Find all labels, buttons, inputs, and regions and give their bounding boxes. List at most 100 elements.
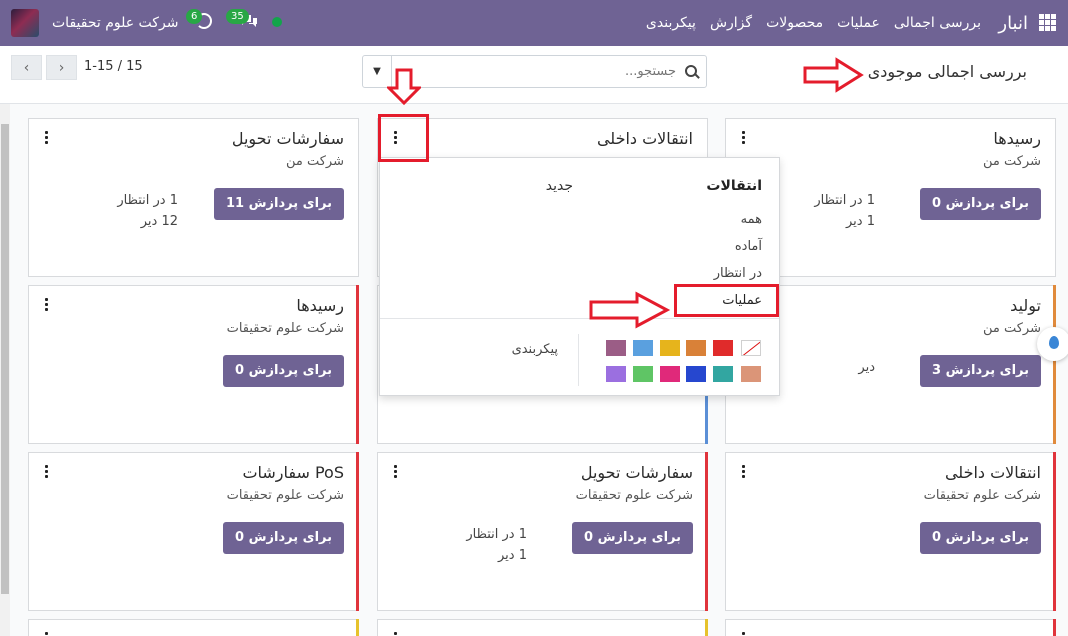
page-title: بررسی اجمالی موجودی <box>867 62 1027 81</box>
pager-value[interactable]: 1-15 / 15 <box>84 59 143 74</box>
card-title[interactable]: رسیدها <box>296 296 344 315</box>
annotation-arrow-right-title <box>803 57 864 93</box>
late-link[interactable]: 1 دیر <box>846 214 875 229</box>
card-receipts-research-company: رسیدها شرکت علوم تحقیقات 0 برای پردازش <box>28 285 359 444</box>
search-icon <box>685 65 697 77</box>
dropdown-item-all[interactable]: همه <box>741 212 762 227</box>
card-color-edge <box>356 452 359 611</box>
control-panel: بررسی اجمالی موجودی ▼ ‹ › 1-15 / 15 <box>0 46 1068 104</box>
late-link[interactable]: 1 دیر <box>498 548 527 563</box>
menu-item-overview[interactable]: بررسی اجمالی <box>887 15 988 31</box>
waiting-link[interactable]: 1 در انتظار <box>466 527 527 542</box>
to-process-button[interactable]: 0 برای پردازش <box>920 188 1041 220</box>
pager-previous-button[interactable]: ‹ <box>11 55 42 80</box>
messages-badge: 35 <box>226 9 249 24</box>
card-color-edge <box>705 452 708 611</box>
color-swatch-teal[interactable] <box>713 366 733 382</box>
dropdown-divider <box>380 318 779 319</box>
menu-item-operations[interactable]: عملیات <box>830 15 887 31</box>
company-switcher[interactable]: شرکت علوم تحقیقات <box>52 0 178 46</box>
late-link[interactable]: 12 دیر <box>141 214 178 229</box>
to-process-button[interactable]: 3 برای پردازش <box>920 355 1041 387</box>
dropdown-section-title: انتقالات <box>706 178 762 194</box>
card-menu-icon[interactable] <box>45 465 49 479</box>
color-swatch-none[interactable] <box>741 340 761 356</box>
card-internal-transfers-research-company: انتقالات داخلی شرکت علوم تحقیقات 0 برای … <box>725 452 1056 611</box>
card-color-edge <box>1053 285 1056 444</box>
color-swatch-violet[interactable] <box>606 366 626 382</box>
card-company: شرکت من <box>982 321 1041 336</box>
apps-menu-icon[interactable] <box>1039 14 1056 31</box>
color-swatch-green[interactable] <box>633 366 653 382</box>
card-company: شرکت من <box>982 154 1041 169</box>
card-menu-icon[interactable] <box>394 465 398 479</box>
card-delivery-orders-research-company: سفارشات تحویل شرکت علوم تحقیقات 0 برای پ… <box>377 452 708 611</box>
card-menu-icon[interactable] <box>45 632 49 636</box>
menu-item-reporting[interactable]: گزارش <box>703 15 759 31</box>
user-avatar[interactable] <box>11 9 39 37</box>
color-swatch-salmon[interactable] <box>741 366 761 382</box>
color-swatch-purple[interactable] <box>606 340 626 356</box>
card-delivery-orders-my-company: سفارشات تحویل شرکت من 11 برای پردازش 1 د… <box>28 118 359 277</box>
card-menu-icon[interactable] <box>394 632 398 636</box>
card-menu-icon[interactable] <box>742 131 746 145</box>
card-company: شرکت علوم تحقیقات <box>226 321 344 336</box>
card-title[interactable]: انتقالات داخلی <box>597 129 693 148</box>
annotation-arrow-down <box>387 68 421 106</box>
to-process-button[interactable]: 11 برای پردازش <box>213 188 344 220</box>
card-partial <box>377 619 708 636</box>
scrollbar-thumb[interactable] <box>1 124 9 594</box>
main-menu: بررسی اجمالی عملیات محصولات گزارش پیکربن… <box>639 0 988 46</box>
card-title[interactable]: سفارشات PoS <box>242 463 344 482</box>
top-navbar: انبار بررسی اجمالی عملیات محصولات گزارش … <box>0 0 1068 46</box>
card-color-edge <box>1053 619 1056 636</box>
card-menu-icon[interactable] <box>45 298 49 312</box>
color-swatch-yellow[interactable] <box>660 340 680 356</box>
dropdown-config-link[interactable]: پیکربندی <box>512 342 558 357</box>
color-swatch-light-blue[interactable] <box>633 340 653 356</box>
to-process-button[interactable]: 0 برای پردازش <box>223 522 344 554</box>
card-title[interactable]: تولید <box>1010 296 1041 315</box>
to-process-button[interactable]: 0 برای پردازش <box>572 522 693 554</box>
card-title[interactable]: انتقالات داخلی <box>945 463 1041 482</box>
dropdown-item-ready[interactable]: آماده <box>735 239 762 254</box>
card-dropdown-menu: انتقالات جدید همه آماده در انتظار عملیات… <box>379 157 780 396</box>
card-partial <box>725 619 1056 636</box>
card-partial <box>28 619 359 636</box>
card-menu-icon[interactable] <box>742 465 746 479</box>
color-swatch-orange[interactable] <box>686 340 706 356</box>
card-color-edge <box>1053 452 1056 611</box>
annotation-arrow-right-operations <box>589 291 671 329</box>
online-status-indicator <box>272 17 282 27</box>
color-swatch-pink[interactable] <box>660 366 680 382</box>
card-company: شرکت علوم تحقیقات <box>923 488 1041 503</box>
card-color-edge <box>705 619 708 636</box>
menu-item-configuration[interactable]: پیکربندی <box>639 15 703 31</box>
card-title[interactable]: رسیدها <box>993 129 1041 148</box>
to-process-button[interactable]: 0 برای پردازش <box>920 522 1041 554</box>
waiting-link[interactable]: 1 در انتظار <box>814 193 875 208</box>
card-title[interactable]: سفارشات تحویل <box>232 129 344 148</box>
card-menu-icon[interactable] <box>742 632 746 636</box>
card-company: شرکت من <box>285 154 344 169</box>
card-title[interactable]: سفارشات تحویل <box>581 463 693 482</box>
search-input[interactable] <box>395 56 676 87</box>
to-process-button[interactable]: 0 برای پردازش <box>223 355 344 387</box>
late-link[interactable]: دیر <box>858 360 875 375</box>
color-swatch-red[interactable] <box>713 340 733 356</box>
card-color-edge <box>356 285 359 444</box>
annotation-highlight-kebab <box>378 114 429 162</box>
dropdown-vertical-divider <box>578 334 579 386</box>
color-swatch-blue[interactable] <box>686 366 706 382</box>
pager-next-button[interactable]: › <box>46 55 77 80</box>
app-brand[interactable]: انبار <box>998 0 1028 46</box>
card-color-edge <box>356 619 359 636</box>
dropdown-item-waiting[interactable]: در انتظار <box>714 266 762 281</box>
card-pos-orders-research-company: سفارشات PoS شرکت علوم تحقیقات 0 برای پرد… <box>28 452 359 611</box>
vertical-scrollbar[interactable] <box>0 104 10 636</box>
assistant-chip-icon[interactable] <box>1037 327 1068 361</box>
waiting-link[interactable]: 1 در انتظار <box>117 193 178 208</box>
card-menu-icon[interactable] <box>45 131 49 145</box>
card-company: شرکت علوم تحقیقات <box>226 488 344 503</box>
menu-item-products[interactable]: محصولات <box>759 15 830 31</box>
